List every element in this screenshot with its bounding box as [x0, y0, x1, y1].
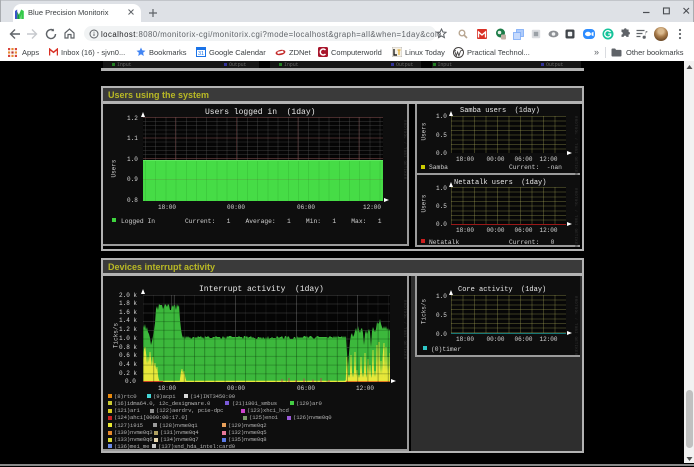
svg-text:31: 31 [198, 51, 204, 57]
